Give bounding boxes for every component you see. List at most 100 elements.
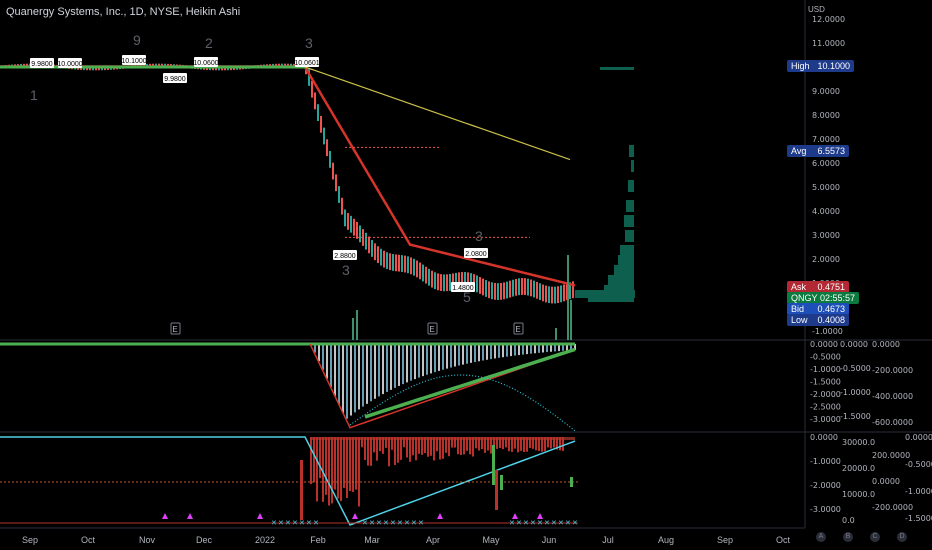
histogram-bar bbox=[342, 344, 344, 413]
candle-mark bbox=[386, 252, 388, 269]
indicator-bar bbox=[364, 437, 366, 460]
wave-label: 2 bbox=[205, 35, 213, 51]
indicator-bar bbox=[337, 437, 339, 499]
cross-marker: ✕ bbox=[523, 520, 529, 527]
cross-marker: ✕ bbox=[516, 520, 522, 527]
indicator-bar bbox=[457, 437, 459, 454]
candle-mark bbox=[422, 265, 424, 282]
histogram-bar bbox=[414, 344, 416, 379]
indicator-tick-mid: 20000.0 bbox=[842, 464, 875, 473]
histogram-bar bbox=[498, 344, 500, 358]
candle-mark bbox=[545, 286, 547, 303]
indicator-bar bbox=[436, 437, 438, 451]
histogram-bar bbox=[382, 344, 384, 394]
histogram-bar bbox=[330, 344, 332, 387]
indicator-bar bbox=[382, 437, 384, 454]
histogram-bar bbox=[366, 344, 368, 404]
histogram-bar bbox=[394, 344, 396, 388]
cross-marker: ✕ bbox=[397, 520, 403, 527]
oscillator-tick: -2.0000 bbox=[810, 390, 841, 399]
ma-line bbox=[0, 67, 575, 286]
high-tag: High 10.1000 bbox=[787, 60, 854, 72]
auto-scale-icon[interactable]: A bbox=[816, 532, 826, 542]
candle-mark bbox=[482, 279, 484, 296]
histogram-bar bbox=[402, 344, 404, 384]
indicator-bar-red bbox=[495, 470, 498, 510]
settings-icon[interactable]: D bbox=[897, 532, 907, 542]
candle-mark bbox=[356, 222, 358, 239]
histogram-bar bbox=[446, 344, 448, 369]
price-annotation: 10.1000 bbox=[121, 55, 146, 65]
histogram-bar bbox=[334, 344, 336, 396]
histogram-bar bbox=[338, 344, 340, 404]
candle-mark bbox=[449, 274, 451, 291]
indicator-bar bbox=[538, 437, 540, 451]
indicator-bar bbox=[316, 437, 318, 501]
candle-mark bbox=[503, 282, 505, 299]
candle-mark bbox=[515, 279, 517, 296]
indicator-tick-right: -0.5000 bbox=[905, 460, 932, 469]
indicator-bar bbox=[430, 437, 432, 456]
histogram-bar bbox=[518, 344, 520, 355]
histogram-bar bbox=[462, 344, 464, 365]
oscillator-tick: -1.5000 bbox=[810, 378, 841, 387]
volume-bar bbox=[555, 328, 557, 340]
histogram-bar bbox=[370, 344, 372, 401]
cross-marker: ✕ bbox=[383, 520, 389, 527]
oscillator-tick: 0.0000 bbox=[810, 340, 838, 349]
indicator-bar bbox=[478, 437, 480, 451]
indicator-bar bbox=[373, 437, 375, 452]
oscillator-tick-right: -200.0000 bbox=[872, 366, 913, 375]
indicator-bar bbox=[523, 437, 525, 452]
price-annotation: 9.9800 bbox=[30, 58, 54, 68]
cross-marker: ✕ bbox=[285, 520, 291, 527]
histogram-bar bbox=[326, 344, 328, 379]
chart-canvas[interactable]: 9.9800 10.0000 10.10009.980010.0600 10.0601… bbox=[0, 0, 932, 550]
candle-mark bbox=[353, 219, 355, 236]
indicator-tick-mid: 10000.0 bbox=[842, 490, 875, 499]
percent-scale-icon[interactable]: C bbox=[870, 532, 880, 542]
date-tick-label: Dec bbox=[196, 535, 213, 545]
candle-mark bbox=[542, 285, 544, 302]
indicator-bar bbox=[421, 437, 423, 455]
indicator-bar bbox=[520, 437, 522, 451]
oscillator-tick-right: -600.0000 bbox=[872, 418, 913, 427]
indicator-bar bbox=[535, 437, 537, 450]
histogram-bar bbox=[318, 344, 320, 361]
indicator-tick-right: -1.5000 bbox=[905, 514, 932, 523]
indicator-bar bbox=[415, 437, 417, 460]
candle-mark bbox=[563, 284, 565, 301]
up-triangle-marker bbox=[162, 513, 168, 519]
indicator-tick-right: -1.0000 bbox=[905, 487, 932, 496]
log-scale-icon[interactable]: B bbox=[843, 532, 853, 542]
annotation-text: 10.0601 bbox=[294, 60, 319, 67]
indicator-bar bbox=[340, 437, 342, 501]
indicator-tick: -3.0000 bbox=[810, 505, 841, 514]
cross-marker: ✕ bbox=[390, 520, 396, 527]
candle-mark bbox=[383, 251, 385, 268]
cross-marker: ✕ bbox=[565, 520, 571, 527]
candle-mark bbox=[431, 271, 433, 288]
candle-mark bbox=[479, 277, 481, 294]
candle-mark bbox=[311, 81, 313, 98]
cross-marker: ✕ bbox=[369, 520, 375, 527]
histogram-bar bbox=[418, 344, 420, 378]
cross-marker: ✕ bbox=[306, 520, 312, 527]
histogram-bar bbox=[378, 344, 380, 396]
cross-marker: ✕ bbox=[404, 520, 410, 527]
candle-mark bbox=[350, 216, 352, 233]
indicator-bar bbox=[514, 437, 516, 449]
candle-mark bbox=[428, 269, 430, 286]
candle-mark bbox=[476, 276, 478, 293]
candle-mark bbox=[374, 243, 376, 260]
indicator-bar bbox=[319, 437, 321, 478]
volume-profile-bar bbox=[575, 290, 635, 298]
candle-mark bbox=[557, 286, 559, 303]
cross-marker: ✕ bbox=[376, 520, 382, 527]
candle-mark bbox=[377, 246, 379, 263]
oscillator-tick-mid: -1.5000 bbox=[840, 412, 871, 421]
indicator-bar bbox=[442, 437, 444, 459]
indicator-bar bbox=[400, 437, 402, 460]
earnings-text: E bbox=[515, 325, 520, 334]
histogram-bar bbox=[506, 344, 508, 357]
